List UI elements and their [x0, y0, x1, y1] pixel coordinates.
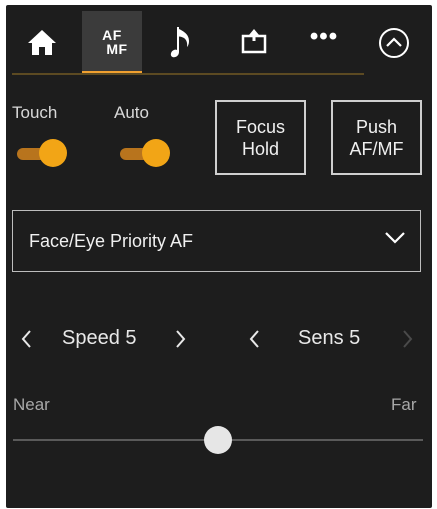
touch-toggle-knob [39, 139, 67, 167]
far-label: Far [391, 395, 417, 414]
sens-increase-button[interactable] [399, 327, 415, 351]
focus-panel: AF MF ••• Touch Auto Focus Hold Push AF/… [6, 5, 432, 508]
tab-audio[interactable] [152, 11, 212, 73]
auto-toggle[interactable] [118, 139, 174, 167]
near-label: Near [13, 395, 50, 414]
chevron-down-icon [385, 232, 405, 244]
speed-decrease-button[interactable] [19, 327, 35, 351]
tab-home[interactable] [12, 11, 72, 73]
push-af-mf-label-line2: AF/MF [349, 138, 404, 159]
focus-mode-value: Face/Eye Priority AF [29, 231, 194, 251]
focus-hold-label-line2: Hold [241, 138, 280, 159]
tab-af-mf[interactable]: AF MF [82, 11, 142, 75]
af-mf-icon: AF MF [102, 27, 128, 57]
home-icon [28, 30, 56, 55]
tab-more[interactable]: ••• [294, 11, 354, 73]
tab-media[interactable] [224, 11, 284, 73]
sens-decrease-button[interactable] [247, 327, 263, 351]
speed-increase-button[interactable] [172, 327, 188, 351]
auto-label: Auto [114, 103, 149, 122]
touch-toggle[interactable] [15, 139, 71, 167]
focus-hold-button[interactable]: Focus Hold [215, 100, 306, 175]
chevron-up-circle-icon [379, 28, 409, 58]
focus-slider-handle[interactable] [204, 426, 232, 454]
focus-hold-label-line1: Focus [235, 116, 286, 137]
tab-underline-divider [12, 73, 364, 75]
music-note-icon [170, 27, 189, 58]
push-af-mf-label-line1: Push [355, 116, 398, 137]
collapse-button[interactable] [378, 27, 410, 59]
more-icon: ••• [309, 23, 339, 50]
auto-toggle-knob [142, 139, 170, 167]
speed-value: Speed 5 [62, 327, 137, 349]
sens-value: Sens 5 [298, 327, 361, 349]
touch-label: Touch [12, 103, 58, 122]
push-af-mf-button[interactable]: Push AF/MF [331, 100, 422, 175]
media-eject-icon [241, 29, 267, 54]
focus-mode-dropdown[interactable]: Face/Eye Priority AF [12, 210, 421, 272]
